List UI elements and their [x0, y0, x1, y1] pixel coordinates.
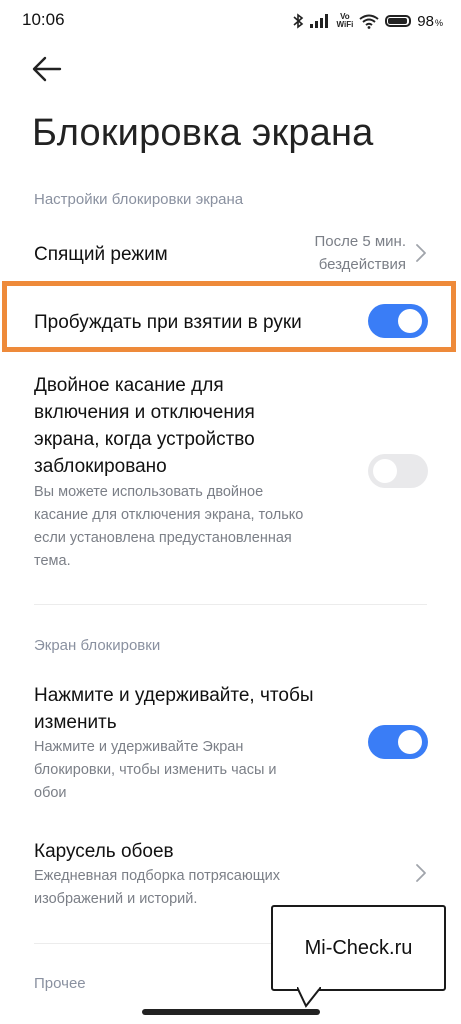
sleep-mode-row[interactable]: Спящий режим После 5 мин. бездействия [0, 222, 461, 280]
press-hold-desc-line2: блокировки, чтобы изменить часы и [34, 762, 277, 778]
double-tap-label: Двойное касание для включения и отключен… [34, 372, 255, 480]
double-tap-desc-line2: касание для отключения экрана, только [34, 507, 304, 523]
press-hold-label-line2: изменить [34, 712, 117, 733]
sleep-mode-label: Спящий режим [34, 244, 168, 265]
toggle-knob [398, 730, 422, 754]
press-hold-label-line1: Нажмите и удерживайте, чтобы [34, 685, 314, 706]
double-tap-desc-line4: тема. [34, 553, 71, 569]
battery-percent: 98 [417, 12, 434, 30]
section-title-other: Прочее [34, 975, 86, 992]
divider [34, 604, 427, 605]
double-tap-row[interactable]: Двойное касание для включения и отключен… [0, 370, 461, 580]
press-hold-label: Нажмите и удерживайте, чтобы изменить [34, 682, 313, 736]
home-indicator[interactable] [142, 1009, 320, 1015]
carousel-desc-line2: изображений и историй. [34, 891, 198, 907]
back-arrow-icon[interactable] [30, 54, 64, 84]
double-tap-label-line4: заблокировано [34, 456, 167, 477]
double-tap-label-line2: включения и отключения [34, 402, 255, 423]
signal-icon [310, 14, 329, 28]
bluetooth-icon [293, 13, 304, 29]
watermark-callout: Mi-Check.ru [271, 905, 446, 991]
carousel-description: Ежедневная подборка потрясающих изображе… [34, 865, 280, 911]
battery-icon [385, 15, 412, 27]
highlight-frame [2, 281, 456, 352]
sleep-mode-value: После 5 мин. бездействия [314, 230, 406, 276]
page-title: Блокировка экрана [32, 112, 374, 154]
carousel-label: Карусель обоев [34, 841, 174, 862]
vowifi-icon: Vo WiFi [336, 13, 353, 29]
wifi-icon [359, 14, 379, 29]
status-icons: Vo WiFi 98 % [292, 10, 443, 32]
battery-percent-sign: % [434, 18, 443, 28]
double-tap-label-line1: Двойное касание для [34, 375, 224, 396]
wallpaper-carousel-row[interactable]: Карусель обоев Ежедневная подборка потря… [0, 836, 461, 916]
double-tap-description: Вы можете использовать двойное касание д… [34, 481, 303, 573]
press-hold-desc-line3: обои [34, 785, 67, 801]
status-time: 10:06 [22, 10, 65, 29]
carousel-desc-line1: Ежедневная подборка потрясающих [34, 868, 281, 884]
watermark-text: Mi-Check.ru [304, 937, 413, 959]
sleep-mode-value-line1: После 5 мин. [314, 233, 406, 250]
sleep-mode-value-line2: бездействия [318, 256, 406, 273]
double-tap-desc-line3: если установлена предустановленная [34, 530, 292, 546]
chevron-right-icon [416, 864, 426, 882]
vowifi-bottom-label: WiFi [336, 20, 354, 29]
press-hold-description: Нажмите и удерживайте Экран блокировки, … [34, 736, 277, 805]
section-title-lock-screen: Экран блокировки [34, 637, 161, 654]
chevron-right-icon [416, 244, 426, 262]
section-title-lock-settings: Настройки блокировки экрана [34, 191, 244, 208]
double-tap-desc-line1: Вы можете использовать двойное [34, 484, 264, 500]
callout-tail [297, 987, 321, 1008]
press-hold-toggle[interactable] [368, 725, 428, 759]
press-hold-row[interactable]: Нажмите и удерживайте, чтобы изменить На… [0, 678, 461, 808]
press-hold-desc-line1: Нажмите и удерживайте Экран [34, 739, 244, 755]
toggle-knob [373, 459, 397, 483]
double-tap-toggle[interactable] [368, 454, 428, 488]
double-tap-label-line3: экрана, когда устройство [34, 429, 255, 450]
